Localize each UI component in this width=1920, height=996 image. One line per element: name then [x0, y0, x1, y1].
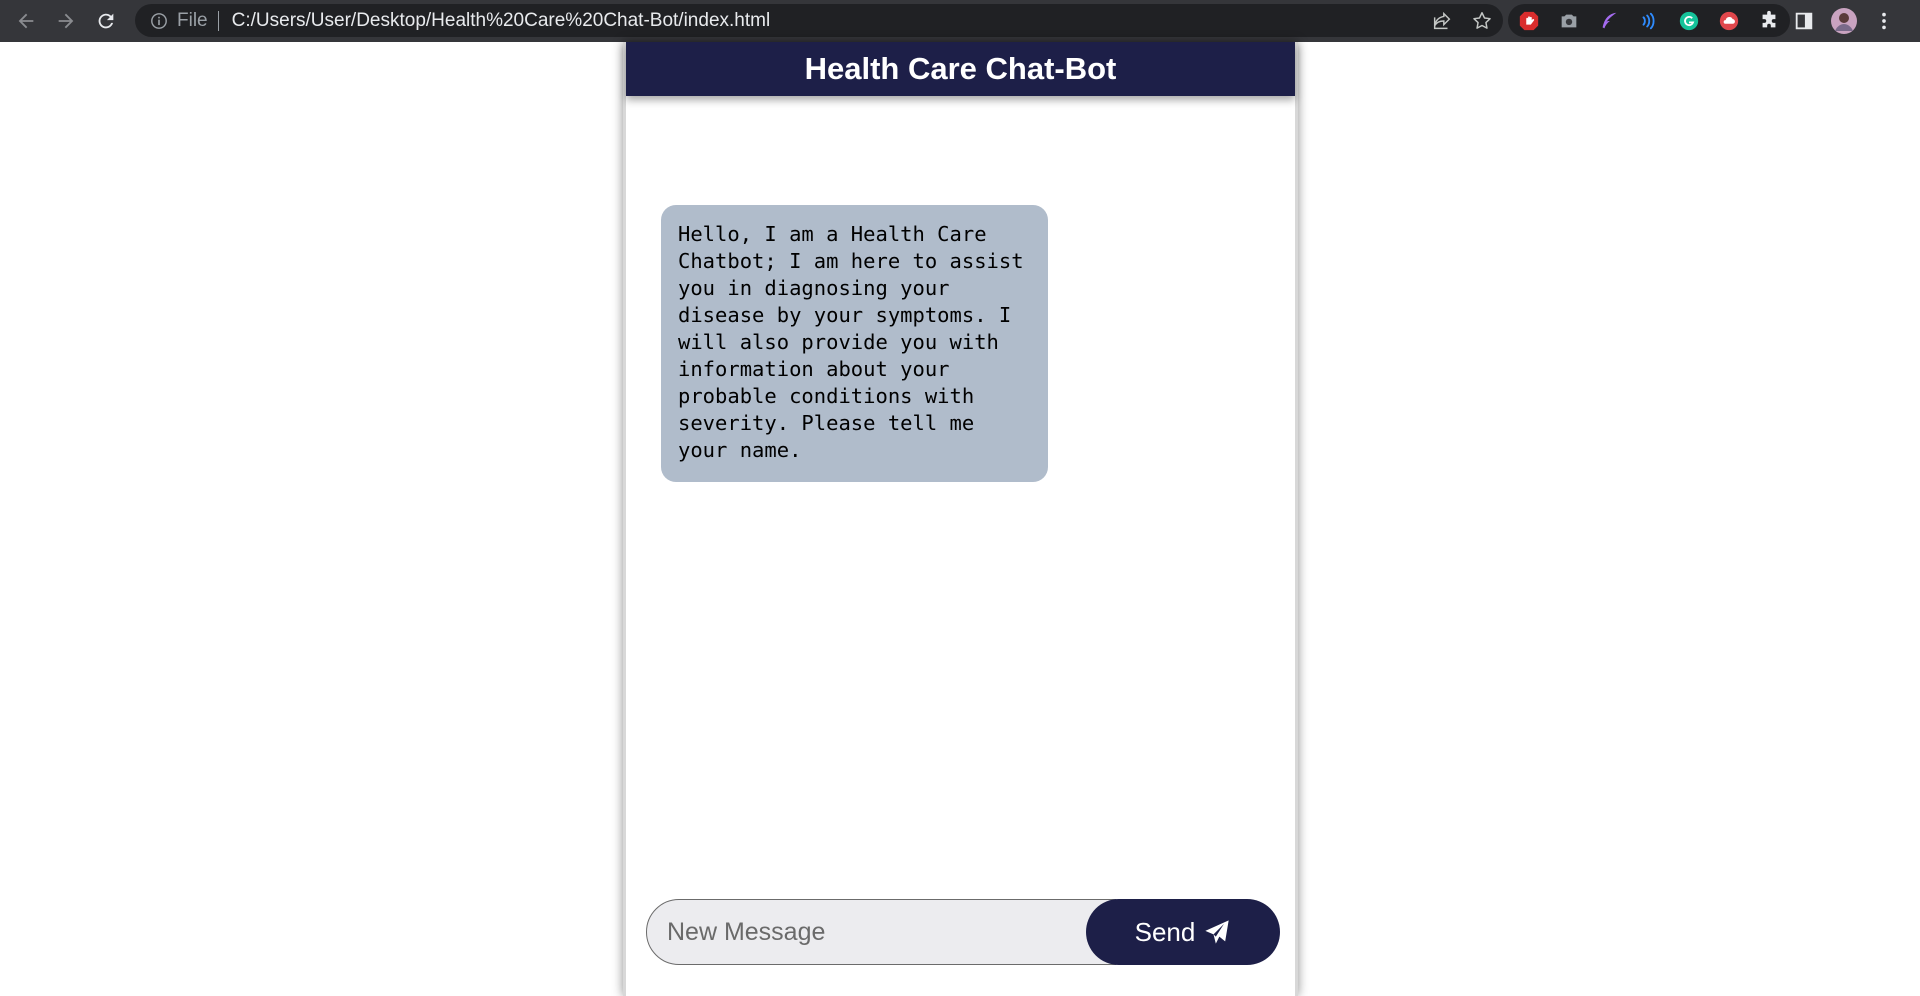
url-text[interactable]: C:/Users/User/Desktop/Health%20Care%20Ch… [232, 10, 771, 32]
cloud-upload-icon[interactable] [1716, 8, 1742, 34]
star-icon[interactable] [1469, 8, 1495, 34]
url-scheme-label: File [177, 9, 208, 31]
reload-button[interactable] [86, 0, 126, 42]
info-icon[interactable] [149, 11, 169, 31]
forward-arrow-icon [58, 13, 74, 29]
reload-icon [98, 13, 114, 29]
forward-button[interactable] [46, 0, 86, 42]
camera-icon[interactable] [1556, 8, 1582, 34]
address-bar[interactable]: File C:/Users/User/Desktop/Health%20Care… [135, 4, 1503, 37]
send-button[interactable]: Send [1086, 899, 1280, 965]
kebab-menu-icon[interactable] [1870, 7, 1898, 35]
feather-pen-icon[interactable] [1596, 8, 1622, 34]
send-label: Send [1134, 916, 1196, 947]
new-message-input[interactable] [646, 899, 1116, 965]
profile-avatar-icon[interactable] [1830, 7, 1858, 35]
paper-plane-icon [1205, 920, 1230, 944]
share-icon[interactable] [1429, 8, 1455, 34]
browser-toolbar: File C:/Users/User/Desktop/Health%20Care… [0, 0, 1920, 42]
chat-header: Health Care Chat-Bot [626, 42, 1295, 96]
chat-title: Health Care Chat-Bot [804, 51, 1117, 86]
back-arrow-icon [18, 13, 34, 29]
side-panel-icon[interactable] [1790, 7, 1818, 35]
extensions-group [1508, 4, 1790, 37]
adblock-hand-icon[interactable] [1516, 8, 1542, 34]
bot-message-bubble: Hello, I am a Health Care Chatbot; I am … [661, 205, 1048, 482]
chat-container: Health Care Chat-Bot Hello, I am a Healt… [623, 42, 1298, 996]
wave-icon[interactable] [1636, 8, 1662, 34]
url-separator [217, 10, 219, 31]
message-composer: Send [646, 899, 1280, 965]
grammarly-icon[interactable] [1676, 8, 1702, 34]
back-button[interactable] [6, 0, 46, 42]
puzzle-icon[interactable] [1756, 8, 1782, 34]
